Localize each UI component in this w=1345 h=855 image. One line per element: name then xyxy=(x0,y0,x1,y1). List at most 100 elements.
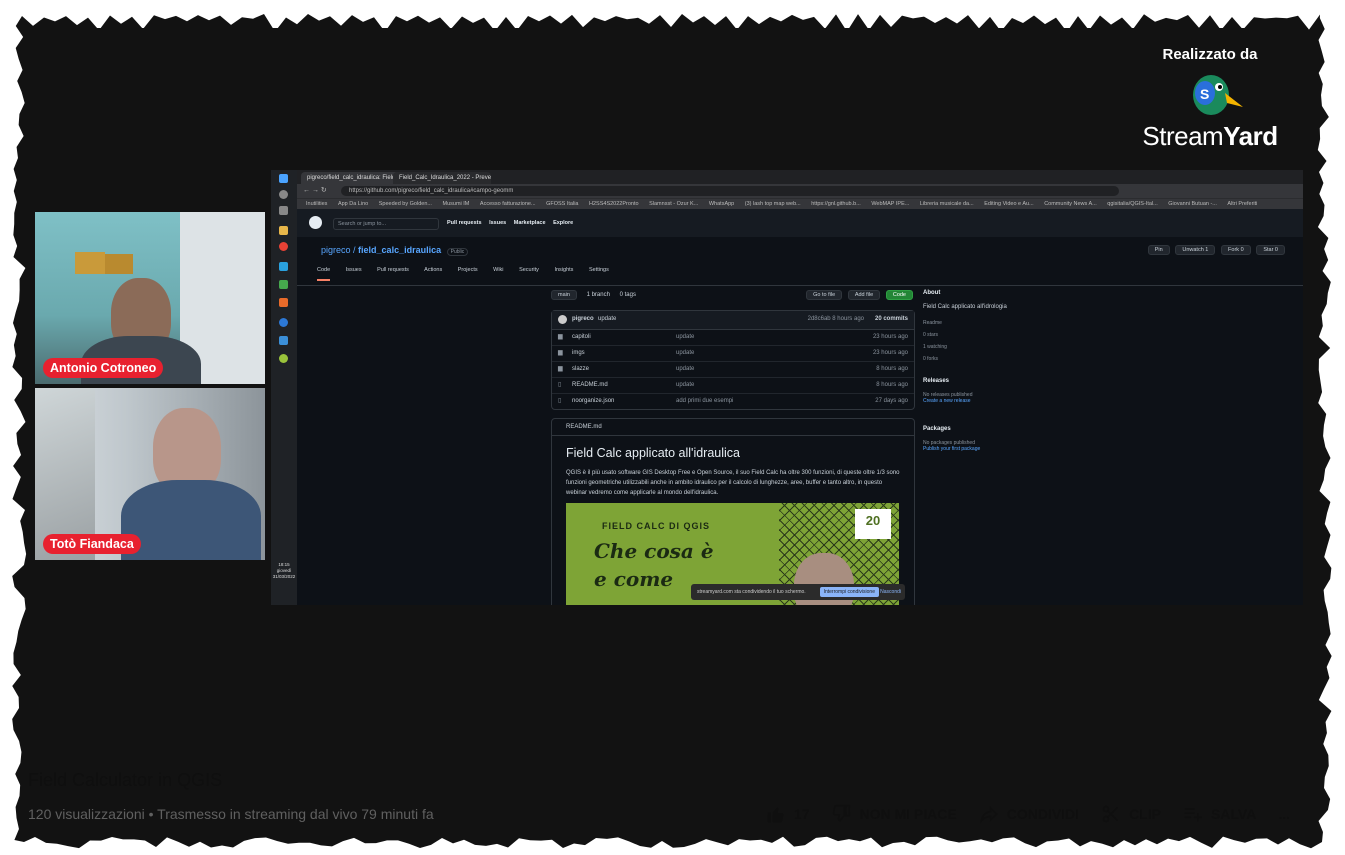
tab-insights[interactable]: Insights xyxy=(554,267,573,273)
wall-picture xyxy=(75,252,105,274)
bookmark[interactable]: Slamnsst - Ozur K... xyxy=(649,201,698,207)
bookmark[interactable]: Accesso fatturazione... xyxy=(480,201,536,207)
visibility-badge: Public xyxy=(446,248,469,256)
branches-link[interactable]: 1 branch xyxy=(587,292,610,298)
bookmark[interactable]: Musumi IM xyxy=(443,201,470,207)
dislike-button[interactable]: NON MI PIACE xyxy=(831,804,957,824)
add-to-playlist-icon xyxy=(1184,808,1203,822)
github-logo-icon[interactable] xyxy=(309,216,322,229)
shared-screen: 18:15 giovedì 31/03/2022 pigreco/field_c… xyxy=(271,170,1303,605)
tab-security[interactable]: Security xyxy=(519,267,539,273)
readme-link[interactable]: Readme xyxy=(923,320,1053,326)
bookmark[interactable]: Libreria musicale da... xyxy=(920,201,974,207)
nav-marketplace[interactable]: Marketplace xyxy=(514,220,546,226)
app-icon[interactable] xyxy=(279,298,288,307)
more-icon: ... xyxy=(1278,806,1290,822)
windows-start-icon[interactable] xyxy=(279,174,288,183)
bookmark[interactable]: https://gnl.github.b... xyxy=(811,201,861,207)
file-row[interactable]: ▆ slazze update 8 hours ago xyxy=(552,362,914,378)
tab-projects[interactable]: Projects xyxy=(458,267,478,273)
brand-name: StreamYard xyxy=(1142,121,1278,151)
like-count: 17 xyxy=(793,806,810,822)
readme-title: Field Calc applicato all'idraulica xyxy=(566,446,740,460)
tab-wiki[interactable]: Wiki xyxy=(493,267,503,273)
publish-package-link[interactable]: Publish your first package xyxy=(923,446,1053,452)
tab-settings[interactable]: Settings xyxy=(589,267,609,273)
more-options-button[interactable]: ... xyxy=(1278,806,1290,822)
telegram-icon[interactable] xyxy=(279,262,288,271)
forks-count[interactable]: 0 forks xyxy=(923,356,1053,362)
bookmark[interactable]: WhatsApp xyxy=(709,201,734,207)
video-stats: 120 visualizzazioni • Trasmesso in strea… xyxy=(28,806,434,822)
go-to-file-button[interactable]: Go to file xyxy=(806,290,843,300)
tab-code[interactable]: Code xyxy=(317,267,331,281)
tab-actions[interactable]: Actions xyxy=(424,267,442,273)
back-forward-reload-icons[interactable]: ← → ↻ xyxy=(303,186,327,194)
file-explorer-icon[interactable] xyxy=(279,226,288,235)
address-bar[interactable]: https://github.com/pigreco/field_calc_id… xyxy=(341,186,1119,196)
clip-button[interactable]: CLIP xyxy=(1101,804,1161,824)
tab-issues[interactable]: Issues xyxy=(346,267,362,273)
video-player[interactable]: Realizzato da S StreamYard Antonio Cotro… xyxy=(30,28,1308,746)
unwatch-button[interactable]: Unwatch 1 xyxy=(1175,245,1216,255)
hide-button[interactable]: Nascondi xyxy=(880,584,901,600)
stars-count[interactable]: 0 stars xyxy=(923,332,1053,338)
star-button[interactable]: Star 0 xyxy=(1256,245,1285,255)
repo-owner-link[interactable]: pigreco xyxy=(321,245,351,255)
file-row[interactable]: ▆ capitoli update 23 hours ago xyxy=(552,330,914,346)
github-search-input[interactable]: Search or jump to... xyxy=(333,218,439,230)
nav-issues[interactable]: Issues xyxy=(489,220,506,226)
app-icon[interactable] xyxy=(279,336,288,345)
bookmark[interactable]: (3) lash top map web... xyxy=(745,201,801,207)
tags-link[interactable]: 0 tags xyxy=(620,292,636,298)
repo-title: pigreco / field_calc_idraulica Public xyxy=(321,245,469,256)
stop-sharing-button[interactable]: Interrompi condivisione xyxy=(819,587,879,597)
file-row[interactable]: ▆ imgs update 23 hours ago xyxy=(552,346,914,362)
commit-author[interactable]: pigreco xyxy=(572,316,594,322)
save-label: SALVA xyxy=(1210,806,1257,822)
chrome-icon[interactable] xyxy=(279,242,288,251)
browser-tab[interactable]: pigreco/field_calc_idraulica: Field... xyxy=(301,172,399,184)
file-row[interactable]: ▯ noorganize.json add primi due esempi 27 d… xyxy=(552,394,914,409)
bookmark[interactable]: App Da Lino xyxy=(338,201,368,207)
fork-button[interactable]: Fork 0 xyxy=(1221,245,1251,255)
task-view-icon[interactable] xyxy=(279,206,288,215)
share-button[interactable]: CONDIVIDI xyxy=(979,804,1079,824)
bookmark[interactable]: GFOSS Italia xyxy=(546,201,578,207)
repo-name-link[interactable]: field_calc_idraulica xyxy=(358,245,441,255)
bookmark[interactable]: Community News A... xyxy=(1044,201,1097,207)
bookmark[interactable]: qgisitalia/QGIS-Ital... xyxy=(1107,201,1157,207)
app-icon[interactable] xyxy=(279,318,288,327)
bookmark[interactable]: WebMAP IPE... xyxy=(871,201,909,207)
bookmark[interactable]: Editing Video e Au... xyxy=(984,201,1033,207)
bookmark[interactable]: Altri Preferiti xyxy=(1227,201,1257,207)
search-icon[interactable] xyxy=(279,190,288,199)
commits-link[interactable]: 20 commits xyxy=(875,316,908,322)
branch-selector[interactable]: main xyxy=(551,290,577,300)
video-metadata: Field Calculator in QGIS 120 visualizzaz… xyxy=(28,770,1318,824)
commit-message[interactable]: update xyxy=(598,316,616,322)
qgis-icon[interactable] xyxy=(279,354,288,363)
participant-camera-1: Antonio Cotroneo xyxy=(35,212,265,384)
tab-pull-requests[interactable]: Pull requests xyxy=(377,267,409,273)
create-release-link[interactable]: Create a new release xyxy=(923,398,1053,404)
folder-icon: ▆ xyxy=(558,350,563,356)
bookmark[interactable]: Giovanni Butuan -... xyxy=(1168,201,1217,207)
repo-tabs: Code Issues Pull requests Actions Projec… xyxy=(317,267,623,281)
save-button[interactable]: SALVA xyxy=(1183,804,1256,824)
watching-count[interactable]: 1 watching xyxy=(923,344,1053,350)
file-icon: ▯ xyxy=(558,398,562,404)
file-row[interactable]: ▯ README.md update 8 hours ago xyxy=(552,378,914,394)
browser-tab[interactable]: Field_Calc_Idraulica_2022 - Preve... xyxy=(393,172,491,184)
nav-explore[interactable]: Explore xyxy=(553,220,573,226)
like-button[interactable]: 17 xyxy=(766,804,810,824)
nav-pull-requests[interactable]: Pull requests xyxy=(447,220,482,226)
github-header: Search or jump to... Pull requests Issue… xyxy=(297,209,1303,237)
app-icon[interactable] xyxy=(279,280,288,289)
add-file-button[interactable]: Add file xyxy=(847,290,881,300)
bookmark[interactable]: Speeded by Golden... xyxy=(379,201,432,207)
pin-button[interactable]: Pin xyxy=(1147,245,1170,255)
bookmark[interactable]: H2SS4S2022Pronto xyxy=(589,201,639,207)
code-button[interactable]: Code xyxy=(885,290,913,300)
bookmark[interactable]: Inutilities xyxy=(306,201,327,207)
